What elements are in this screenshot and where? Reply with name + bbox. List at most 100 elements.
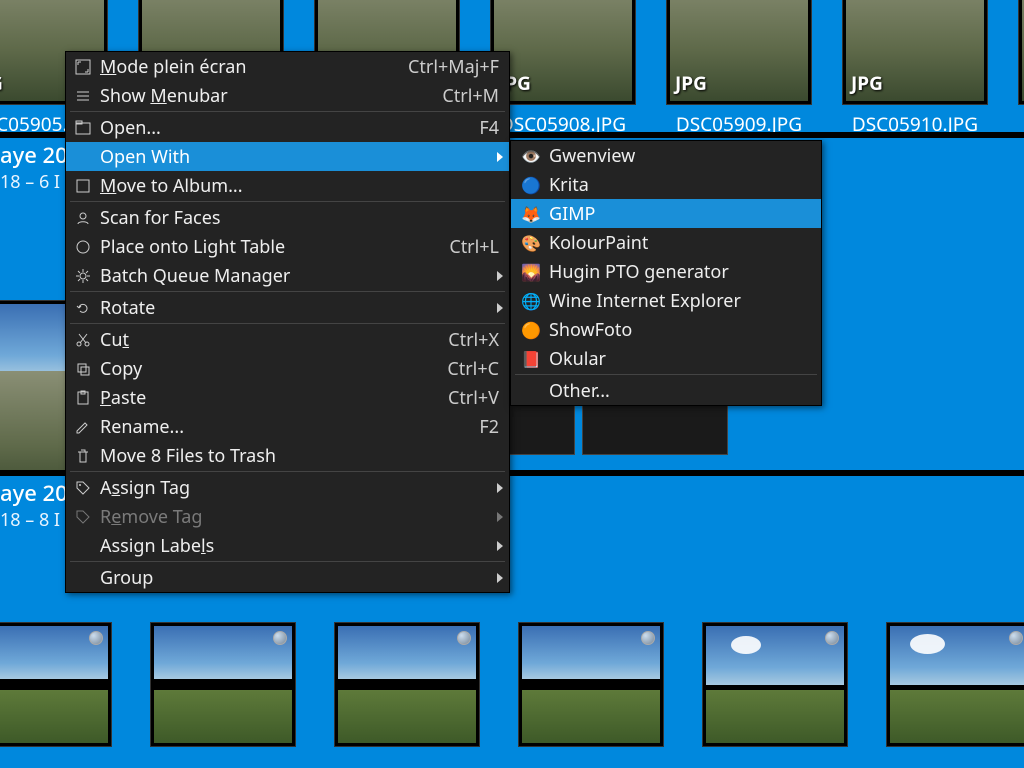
app-label: ShowFoto [549, 318, 811, 342]
submenu-item-kolourpaint[interactable]: 🎨 KolourPaint [511, 228, 821, 257]
accelerator: F4 [479, 116, 499, 140]
submenu-item-krita[interactable]: 🔵 Krita [511, 170, 821, 199]
album-title: aye 20 [0, 478, 68, 508]
menubar-icon [72, 85, 94, 107]
menu-label: Open With [100, 145, 499, 169]
thumb[interactable]: JPG DSC05909.JPG [666, 0, 812, 137]
menu-item-batch[interactable]: Batch Queue Manager [66, 261, 509, 290]
album-subtitle: 18 – 6 I [0, 170, 68, 194]
app-label: GIMP [549, 202, 811, 226]
okular-icon: 📕 [521, 349, 541, 369]
app-label: KolourPaint [549, 231, 811, 255]
menu-item-move-album[interactable]: Move to Album... [66, 171, 509, 200]
ie-icon: 🌐 [521, 291, 541, 311]
open-icon [72, 117, 94, 139]
blank-icon [521, 381, 541, 401]
menu-item-rename[interactable]: Rename... F2 [66, 412, 509, 441]
submenu-arrow-icon [497, 152, 503, 162]
gwenview-icon: 👁️ [521, 146, 541, 166]
paste-icon [72, 387, 94, 409]
album-header[interactable]: aye 20 18 – 8 I [0, 476, 68, 532]
light-table-icon [72, 236, 94, 258]
menu-label: Open... [100, 116, 439, 140]
gear-icon [72, 265, 94, 287]
submenu-item-gimp[interactable]: 🦊 GIMP [511, 199, 821, 228]
open-with-submenu: 👁️ Gwenview 🔵 Krita 🦊 GIMP 🎨 KolourPaint… [510, 140, 822, 406]
jpg-badge: JPG [675, 70, 707, 96]
cut-icon [72, 329, 94, 351]
showfoto-icon: 🟠 [521, 320, 541, 340]
app-label: Gwenview [549, 144, 811, 168]
menu-item-open[interactable]: Open... F4 [66, 113, 509, 142]
accelerator: Ctrl+C [447, 357, 499, 381]
accelerator: Ctrl+L [449, 235, 499, 259]
krita-icon: 🔵 [521, 175, 541, 195]
submenu-item-gwenview[interactable]: 👁️ Gwenview [511, 141, 821, 170]
album-icon [72, 175, 94, 197]
submenu-item-other[interactable]: Other... [511, 376, 821, 405]
gimp-icon: 🦊 [521, 204, 541, 224]
menu-item-trash[interactable]: Move 8 Files to Trash [66, 441, 509, 470]
menu-item-open-with[interactable]: Open With [66, 142, 509, 171]
rotate-icon [72, 297, 94, 319]
app-label: Wine Internet Explorer [549, 289, 811, 313]
thumb[interactable] [698, 622, 852, 747]
app-label: Hugin PTO generator [549, 260, 811, 284]
menu-item-rotate[interactable]: Rotate [66, 293, 509, 322]
copy-icon [72, 358, 94, 380]
accelerator: Ctrl+X [448, 328, 499, 352]
thumb[interactable]: JPG DSC05911.JPG [1018, 0, 1024, 137]
menu-item-fullscreen[interactable]: Mode plein écran Ctrl+Maj+F [66, 52, 509, 81]
hugin-icon: 🌄 [521, 262, 541, 282]
globe-icon [273, 631, 287, 645]
tag-icon [72, 477, 94, 499]
menu-label: Group [100, 566, 499, 590]
menu-item-scan-faces[interactable]: Scan for Faces [66, 203, 509, 232]
menu-item-assign-labels[interactable]: Assign Labels [66, 531, 509, 560]
album-header[interactable]: aye 20 18 – 6 I [0, 138, 68, 194]
submenu-arrow-icon [497, 541, 503, 551]
menu-item-remove-tag: Remove Tag [66, 502, 509, 531]
thumb[interactable]: JPG DSC05910.JPG [842, 0, 988, 137]
app-label: Okular [549, 347, 811, 371]
face-icon [72, 207, 94, 229]
menu-label: Batch Queue Manager [100, 264, 499, 288]
accelerator: F2 [479, 415, 499, 439]
blank-icon [72, 146, 94, 168]
globe-icon [89, 631, 103, 645]
submenu-item-wine-ie[interactable]: 🌐 Wine Internet Explorer [511, 286, 821, 315]
submenu-item-hugin[interactable]: 🌄 Hugin PTO generator [511, 257, 821, 286]
thumb-row-3 [0, 622, 1024, 747]
menu-item-assign-tag[interactable]: Assign Tag [66, 473, 509, 502]
submenu-arrow-icon [497, 573, 503, 583]
context-menu: Mode plein écran Ctrl+Maj+F Show Menubar… [65, 51, 510, 593]
thumb[interactable] [146, 622, 300, 747]
menu-label: Rename... [100, 415, 439, 439]
submenu-item-showfoto[interactable]: 🟠 ShowFoto [511, 315, 821, 344]
menu-item-cut[interactable]: Cut Ctrl+X [66, 325, 509, 354]
thumb[interactable] [882, 622, 1024, 747]
globe-icon [825, 631, 839, 645]
menu-item-copy[interactable]: Copy Ctrl+C [66, 354, 509, 383]
menu-item-menubar[interactable]: Show Menubar Ctrl+M [66, 81, 509, 110]
jpg-badge: JPG [0, 70, 3, 96]
menu-item-paste[interactable]: Paste Ctrl+V [66, 383, 509, 412]
accelerator: Ctrl+V [448, 386, 499, 410]
globe-icon [641, 631, 655, 645]
menu-item-group[interactable]: Group [66, 563, 509, 592]
submenu-arrow-icon [497, 303, 503, 313]
blank-icon [72, 535, 94, 557]
menu-label: Place onto Light Table [100, 235, 409, 259]
thumb[interactable] [514, 622, 668, 747]
album-subtitle: 18 – 8 I [0, 508, 68, 532]
app-label: Krita [549, 173, 811, 197]
submenu-item-okular[interactable]: 📕 Okular [511, 344, 821, 373]
accelerator: Ctrl+Maj+F [408, 55, 499, 79]
thumb[interactable] [330, 622, 484, 747]
menu-label: Copy [100, 357, 407, 381]
thumb[interactable] [0, 622, 116, 747]
menu-item-light-table[interactable]: Place onto Light Table Ctrl+L [66, 232, 509, 261]
jpg-badge: JPG [851, 70, 883, 96]
album-title: aye 20 [0, 140, 68, 170]
thumb[interactable]: JPG DSC05908.JPG [490, 0, 636, 137]
